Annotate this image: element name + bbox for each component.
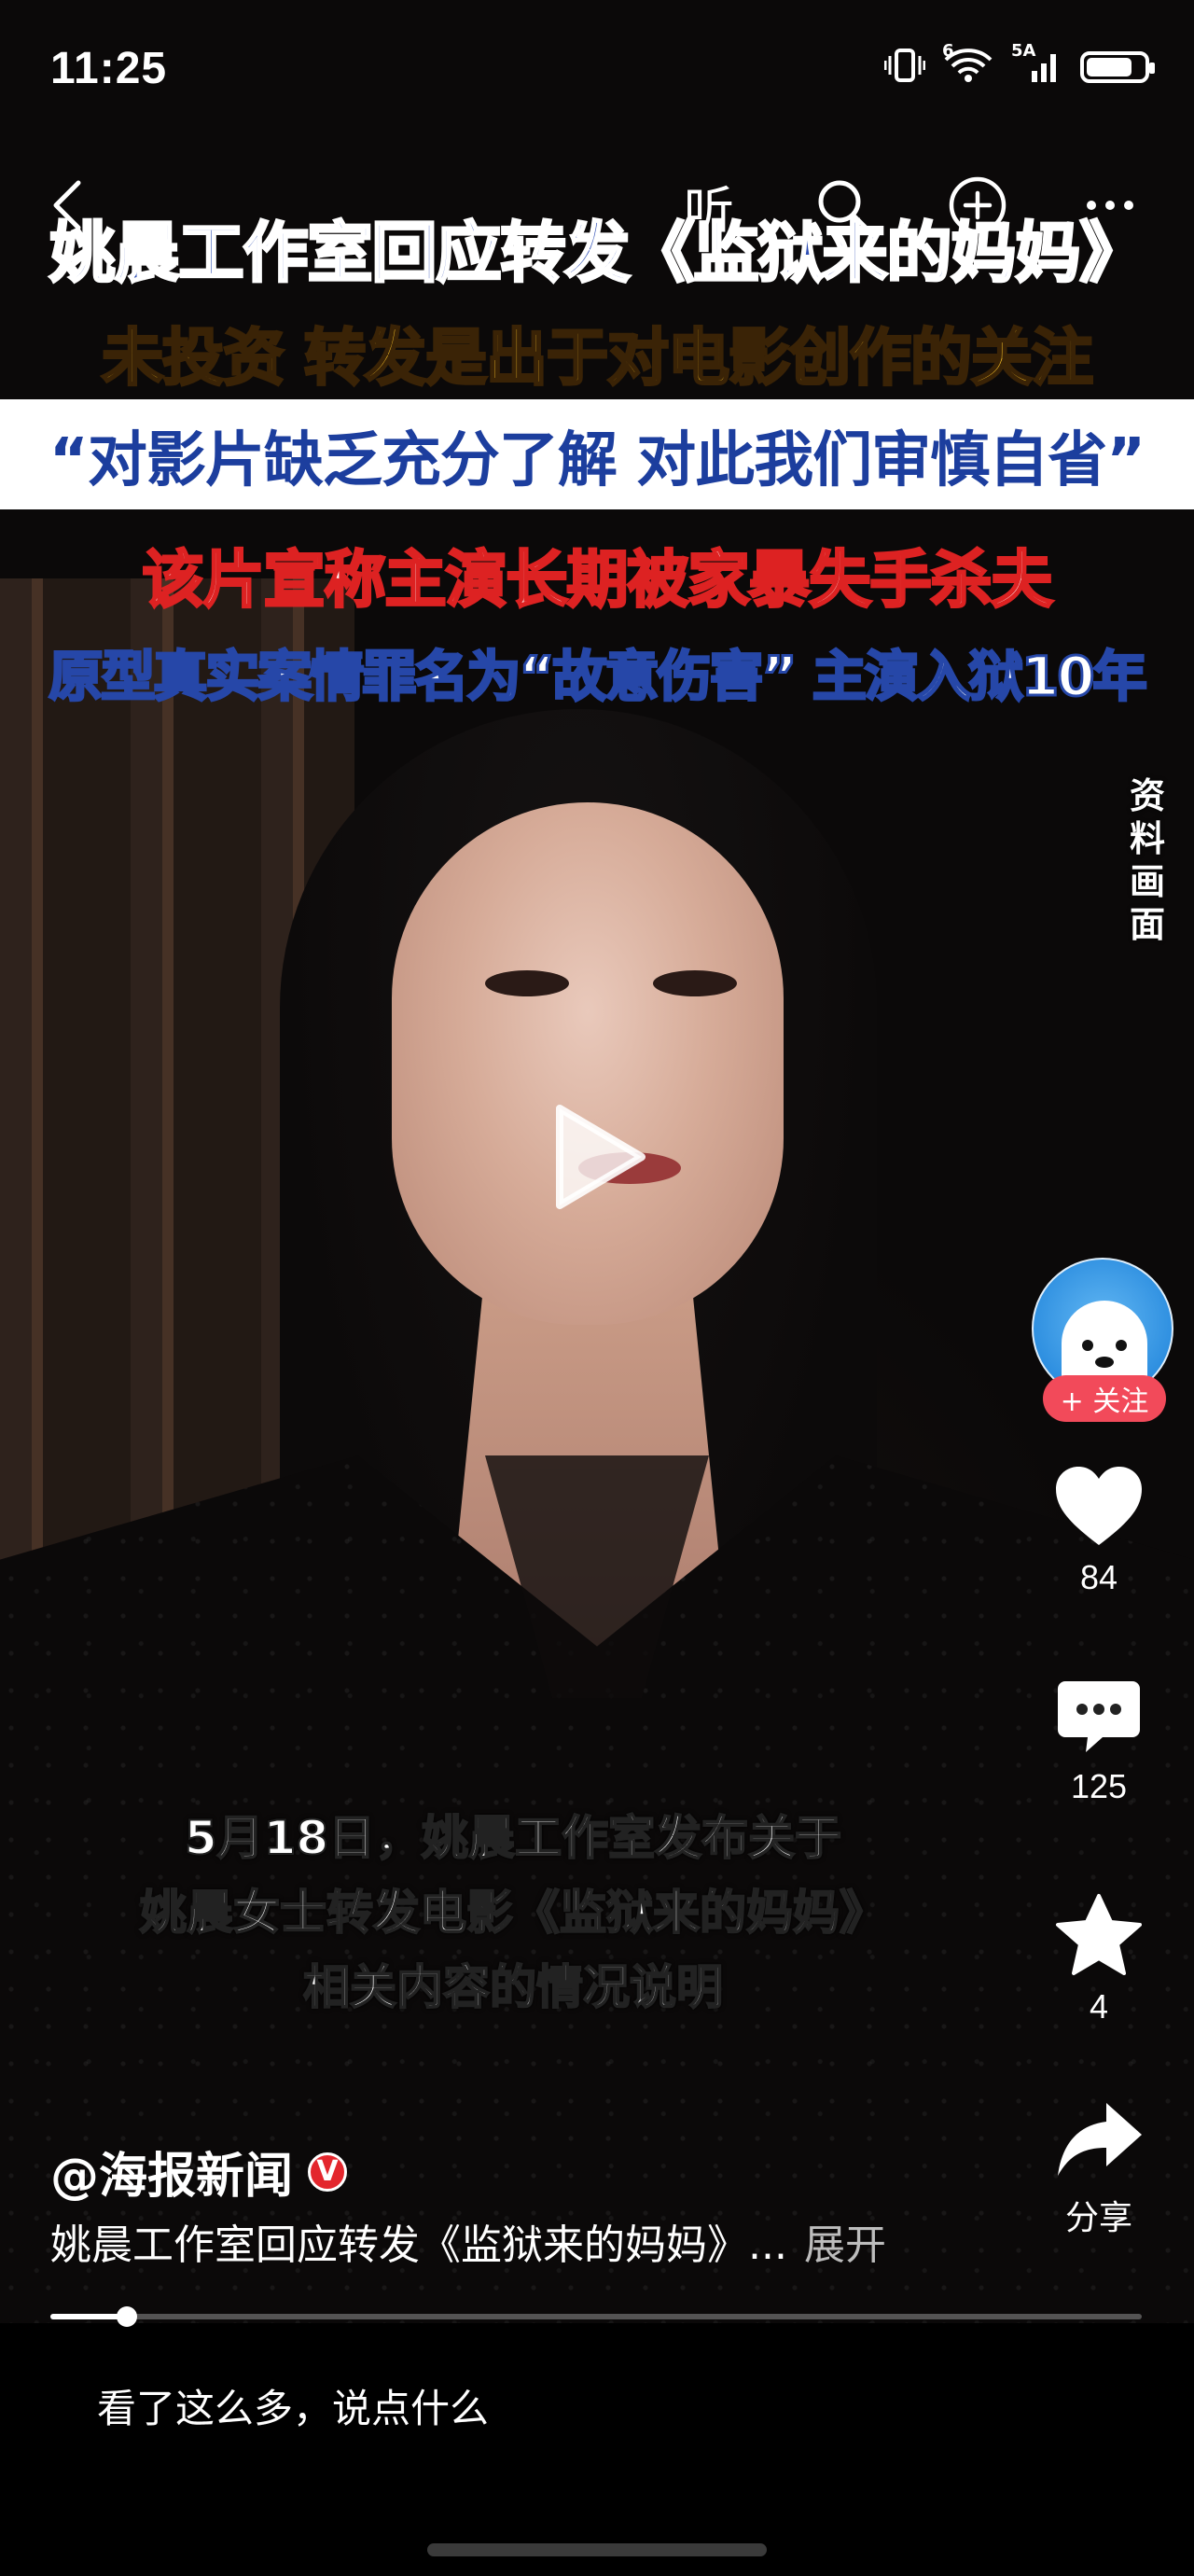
headline-4: 该片宣称主演长期被家暴失手杀夫 [141,543,1054,618]
status-time: 11:25 [50,44,168,93]
mascot-nose [1095,1357,1114,1368]
headline-3: “对影片缺乏充分了解 对此我们审慎自省” [49,426,1145,495]
headline-2: 未投资 转发是出于对电影创作的关注 [101,321,1095,396]
share-arrow-icon [1058,2103,1142,2176]
home-indicator [427,2543,767,2556]
follow-button[interactable]: + 关注 [1043,1375,1166,1422]
eye-left [485,970,569,996]
vibrate-icon [883,47,926,88]
more-icon [1087,201,1133,210]
bottom-bar: 看了这么多，说点什么 [0,2329,1194,2576]
video-player-screen: 11:25 6 5A 姚晨工作室回应转发《监狱来的妈妈》 未投资 转发是出于对电… [0,0,1194,2576]
add-button[interactable] [931,159,1024,252]
subtitle-line-2: 姚晨女士转发电影《监狱来的妈妈》 [139,1885,887,1941]
wifi-icon: 6 [942,41,994,88]
signal-icon: 5A [1011,41,1063,88]
play-button[interactable] [532,1092,662,1222]
like-button[interactable]: 84 [1024,1463,1173,1597]
subtitle-line-3: 相关内容的情况说明 [302,1959,724,2015]
heart-icon [1056,1467,1142,1545]
back-arrow-icon [53,180,81,230]
expand-link[interactable]: 展开 [804,2221,886,2269]
face-shape [392,802,784,1325]
search-icon [818,180,870,232]
verified-badge: V [308,2151,348,2192]
more-button[interactable] [1063,159,1157,252]
favorite-count: 4 [1089,1987,1109,2026]
archive-footage-label: 资料画面 [1129,775,1165,945]
share-button[interactable]: 分享 [1024,2097,1173,2239]
favorite-button[interactable]: 4 [1024,1892,1173,2026]
listen-button[interactable]: 听 [662,159,756,252]
post-description[interactable]: 姚晨工作室回应转发《监狱来的妈妈》... 展开 [50,2211,886,2271]
search-button[interactable] [797,159,890,252]
author-name[interactable]: @海报新闻 [50,2137,293,2207]
subtitle-line-1: 5月18日，姚晨工作室发布关于 [184,1810,842,1866]
share-label: 分享 [1064,2198,1132,2236]
signal-label: 5A [1011,41,1036,61]
playback-progress[interactable] [50,2306,1142,2327]
battery-icon [1080,51,1155,83]
status-bar: 11:25 6 5A [0,0,1194,140]
progress-scrubber[interactable] [116,2306,137,2327]
eye-right [653,970,737,996]
progress-fill [50,2314,127,2319]
add-circle-icon [949,176,1007,234]
battery-level [1087,58,1132,77]
comment-input[interactable]: 看了这么多，说点什么 [97,2377,489,2434]
headline-5: 原型真实案情罪名为“故意伤害” 主演入狱10年 [48,644,1148,710]
mascot-eye-left [1082,1340,1093,1351]
mascot-eye-right [1116,1340,1127,1351]
comment-count: 125 [1070,1767,1128,1805]
back-button[interactable] [21,159,114,252]
author-row: @海报新闻 V [50,2137,348,2207]
top-nav: 听 [0,159,1194,252]
comment-icon [1058,1681,1140,1752]
status-icons: 6 5A [883,41,1155,88]
description-text: 姚晨工作室回应转发《监狱来的妈妈》... [50,2221,787,2269]
comment-button[interactable]: 125 [1024,1676,1173,1806]
play-icon [556,1105,646,1209]
wifi-label: 6 [942,41,954,61]
like-count: 84 [1079,1558,1118,1596]
star-icon [1056,1894,1142,1975]
